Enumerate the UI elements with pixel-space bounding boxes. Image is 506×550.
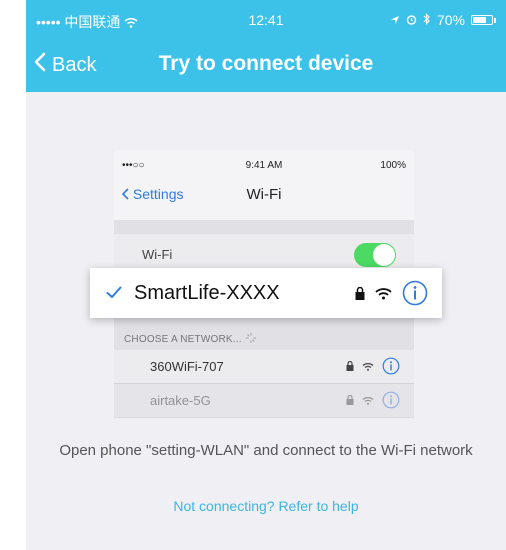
battery-tip bbox=[494, 17, 496, 23]
highlighted-network-name: SmartLife-XXXX bbox=[134, 281, 280, 304]
help-link[interactable]: Not connecting? Refer to help bbox=[26, 498, 506, 514]
illustration-time: 9:41 AM bbox=[245, 160, 283, 171]
network-row: airtake-5G bbox=[114, 384, 414, 418]
illustration-section-header: CHOOSE A NETWORK... bbox=[124, 332, 257, 345]
status-right: 70% bbox=[390, 12, 496, 28]
checkmark-icon bbox=[106, 283, 122, 304]
illustration-title: Wi-Fi bbox=[246, 186, 282, 203]
network-name: airtake-5G bbox=[150, 393, 211, 408]
wifi-icon bbox=[362, 396, 374, 405]
header: ••••• 中国联通 12:41 70% Back Try to connect… bbox=[26, 0, 506, 92]
network-name: 360WiFi-707 bbox=[150, 359, 224, 374]
info-icon bbox=[382, 357, 400, 375]
lock-icon bbox=[355, 286, 365, 300]
info-icon bbox=[382, 391, 400, 409]
battery-icon bbox=[471, 15, 493, 25]
network-row: 360WiFi-707 bbox=[114, 350, 414, 384]
page-title: Try to connect device bbox=[158, 52, 374, 75]
network-icons bbox=[346, 391, 400, 409]
alarm-icon bbox=[406, 12, 417, 28]
instruction-text: Open phone "setting-WLAN" and connect to… bbox=[59, 442, 473, 459]
app-screen: ••••• 中国联通 12:41 70% Back Try to connect… bbox=[26, 0, 506, 550]
location-icon bbox=[390, 12, 400, 28]
illustration-battery: 100% bbox=[380, 160, 406, 171]
info-icon bbox=[402, 280, 428, 306]
lock-icon bbox=[346, 361, 354, 371]
illustration-nav: •••○○ 9:41 AM 100% Settings Wi-Fi bbox=[114, 150, 414, 220]
illustration-wifi-label: Wi-Fi bbox=[142, 247, 173, 262]
wifi-icon bbox=[375, 287, 392, 299]
highlighted-network-icons bbox=[355, 280, 428, 306]
section-header-text: CHOOSE A NETWORK... bbox=[124, 334, 242, 345]
wifi-icon bbox=[362, 362, 374, 371]
spinner-icon bbox=[245, 333, 257, 345]
lock-icon bbox=[346, 395, 354, 405]
wifi-toggle bbox=[354, 243, 396, 267]
highlighted-network-row: SmartLife-XXXX bbox=[90, 268, 442, 318]
bluetooth-icon bbox=[423, 12, 431, 28]
nav-bar: Back Try to connect device bbox=[26, 40, 506, 92]
status-bar: ••••• 中国联通 12:41 70% bbox=[26, 0, 506, 40]
battery-percent: 70% bbox=[436, 12, 465, 28]
network-icons bbox=[346, 357, 400, 375]
